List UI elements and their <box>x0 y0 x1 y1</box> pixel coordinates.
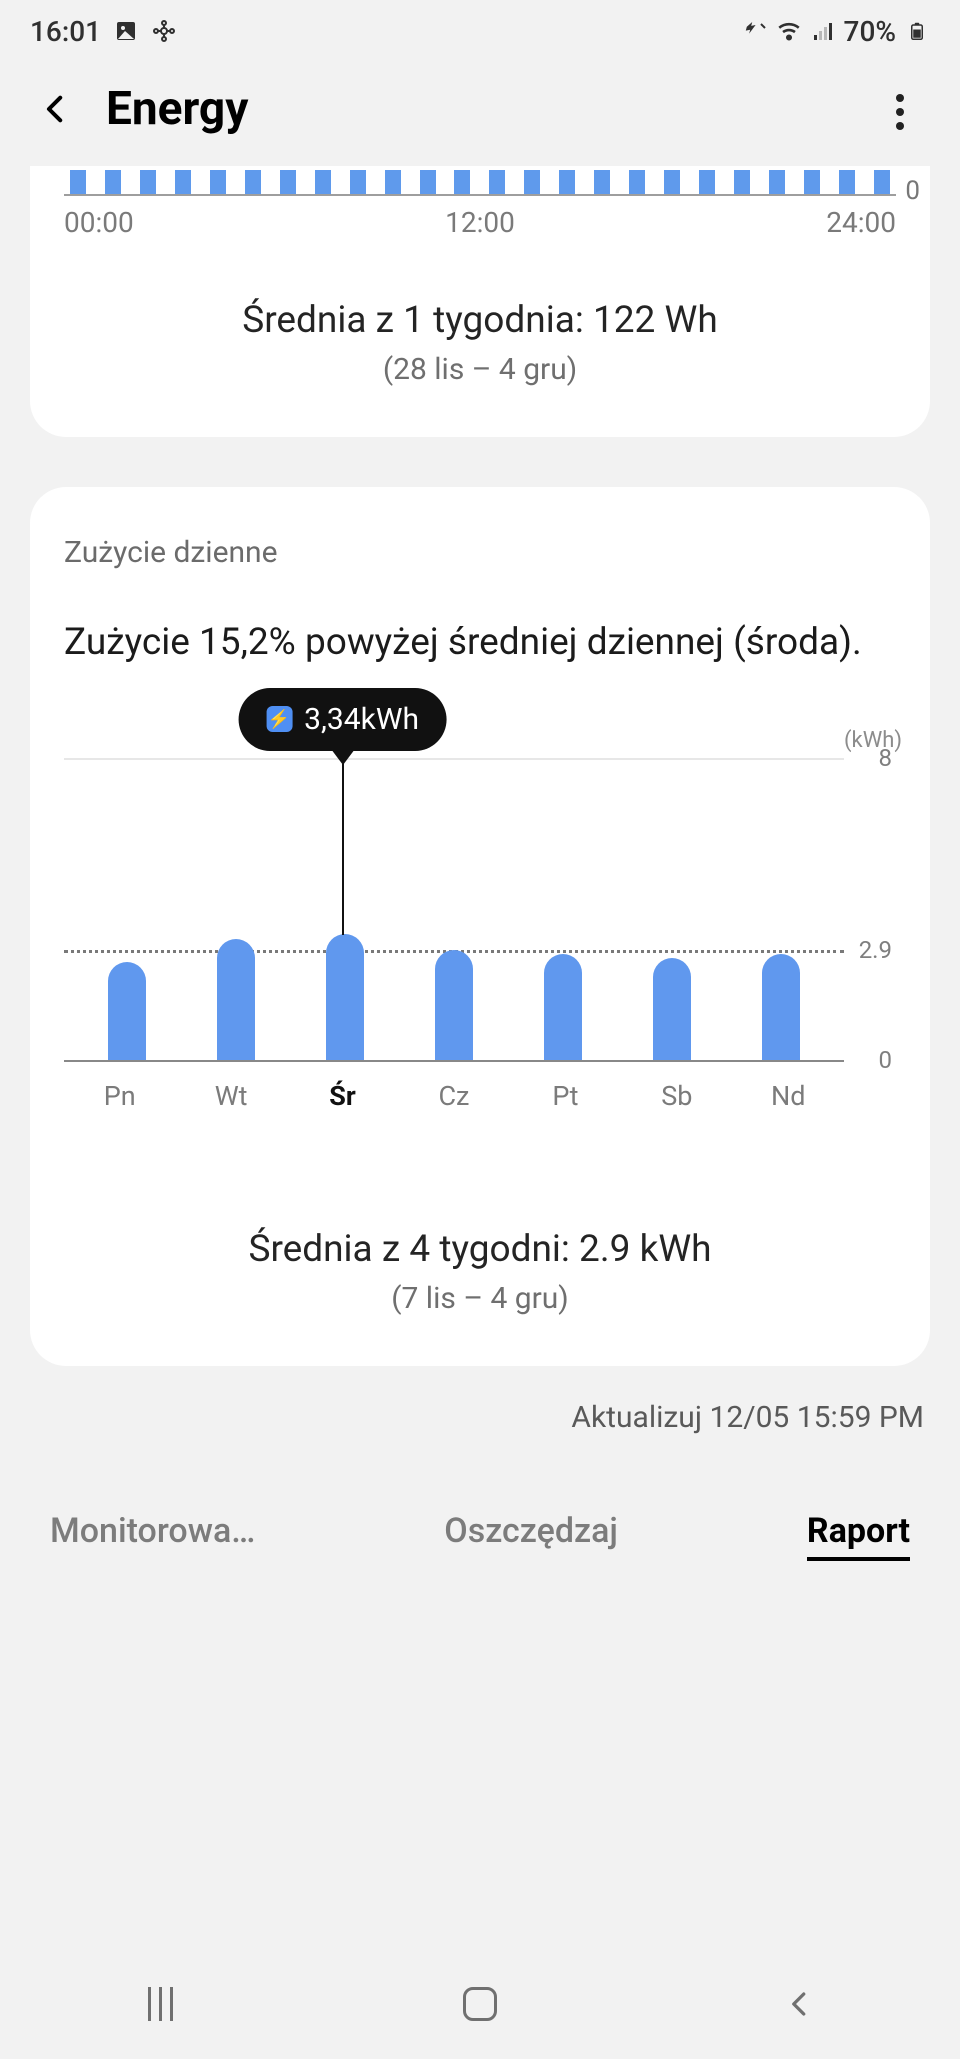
x-tick: Pt <box>535 1080 595 1112</box>
x-tick: 24:00 <box>826 206 896 239</box>
callout-value: 3,34kWh <box>304 702 419 737</box>
hourly-bar <box>629 170 645 194</box>
bottom-tabs: Monitorowa… Oszczędzaj Raport <box>0 1435 960 1551</box>
hourly-bar <box>70 170 86 194</box>
hourly-bar <box>489 170 505 194</box>
hourly-bar <box>315 170 331 194</box>
y-tick-max: 8 <box>879 744 893 772</box>
vibrate-icon <box>742 18 768 44</box>
hourly-bar <box>454 170 470 194</box>
hourly-bar <box>385 170 401 194</box>
hourly-bar <box>769 170 785 194</box>
y-tick-zero: 0 <box>905 176 920 206</box>
x-tick: Śr <box>313 1080 373 1112</box>
daily-headline: Zużycie 15,2% powyżej średniej dziennej … <box>64 618 896 668</box>
y-tick-zero: 0 <box>879 1046 893 1074</box>
daily-bar[interactable] <box>326 934 364 1060</box>
section-label: Zużycie dzienne <box>64 487 896 570</box>
weekly-average-range: (28 lis – 4 gru) <box>64 352 896 387</box>
daily-bar[interactable] <box>544 954 582 1060</box>
hourly-bar <box>350 170 366 194</box>
hourly-bar <box>699 170 715 194</box>
hourly-card: 0 00:00 12:00 24:00 Średnia z 1 tygodnia… <box>30 166 930 437</box>
x-tick: 00:00 <box>64 206 134 239</box>
callout-stem <box>342 761 344 935</box>
hourly-bar <box>420 170 436 194</box>
x-tick: Pn <box>90 1080 150 1112</box>
x-tick: Nd <box>758 1080 818 1112</box>
weekly-average-line: Średnia z 1 tygodnia: 122 Wh <box>64 299 896 342</box>
daily-bar[interactable] <box>653 958 691 1060</box>
bar-callout: ⚡ 3,34kWh <box>238 688 447 751</box>
x-tick: Cz <box>424 1080 484 1112</box>
bolt-icon: ⚡ <box>266 706 292 732</box>
x-tick: Wt <box>201 1080 261 1112</box>
hourly-bar <box>175 170 191 194</box>
monthly-average-line: Średnia z 4 tygodni: 2.9 kWh <box>64 1228 896 1271</box>
battery-icon <box>904 18 930 44</box>
plot-area: 8 2.9 0 <box>64 758 844 1062</box>
status-right: 70% <box>742 15 930 48</box>
app-bar: Energy <box>0 62 960 166</box>
hourly-bar <box>524 170 540 194</box>
daily-bar[interactable] <box>762 954 800 1060</box>
daily-bar[interactable] <box>217 939 255 1060</box>
more-menu-button[interactable] <box>880 90 920 134</box>
back-button[interactable] <box>36 89 76 129</box>
x-axis-labels: Pn Wt Śr Cz Pt Sb Nd <box>64 1080 844 1112</box>
status-time: 16:01 <box>30 15 101 48</box>
wifi-icon <box>776 18 802 44</box>
hourly-bar <box>664 170 680 194</box>
hourly-bar <box>559 170 575 194</box>
hourly-bar <box>280 170 296 194</box>
x-tick: 12:00 <box>445 206 515 239</box>
daily-bar[interactable] <box>108 962 146 1060</box>
hourly-bar <box>210 170 226 194</box>
status-bar: 16:01 70% <box>0 0 960 62</box>
callout-tip <box>331 749 355 765</box>
last-updated: Aktualizuj 12/05 15:59 PM <box>0 1400 924 1435</box>
daily-card: Zużycie dzienne Zużycie 15,2% powyżej śr… <box>30 487 930 1366</box>
signal-icon <box>810 18 836 44</box>
tab-report[interactable]: Raport <box>807 1511 910 1551</box>
smartthings-icon <box>151 18 177 44</box>
monthly-average-range: (7 lis – 4 gru) <box>64 1281 896 1316</box>
battery-percent: 70% <box>844 15 896 48</box>
nav-back[interactable] <box>770 1982 830 2026</box>
hourly-bar <box>140 170 156 194</box>
gallery-icon <box>113 18 139 44</box>
y-tick-avg: 2.9 <box>859 936 892 964</box>
tab-save[interactable]: Oszczędzaj <box>444 1511 618 1551</box>
hourly-bar <box>245 170 261 194</box>
hourly-bar <box>734 170 750 194</box>
y-unit-label: (kWh) <box>844 728 902 753</box>
hourly-bar <box>594 170 610 194</box>
daily-chart[interactable]: (kWh) ⚡ 3,34kWh 8 2.9 0 PnWtŚrCzPtSbNd <box>64 728 896 1128</box>
hourly-bar <box>839 170 855 194</box>
page-title: Energy <box>106 82 248 136</box>
status-left: 16:01 <box>30 15 177 48</box>
hourly-bar <box>804 170 820 194</box>
hourly-x-labels: 00:00 12:00 24:00 <box>64 196 896 239</box>
hourly-chart[interactable]: 0 00:00 12:00 24:00 <box>64 166 896 239</box>
nav-home[interactable] <box>450 1982 510 2026</box>
system-navbar <box>0 1949 960 2059</box>
daily-bar[interactable] <box>435 950 473 1059</box>
hourly-bar <box>105 170 121 194</box>
hourly-bar <box>874 170 890 194</box>
nav-recents[interactable] <box>130 1982 190 2026</box>
tab-monitoring[interactable]: Monitorowa… <box>50 1511 255 1551</box>
x-tick: Sb <box>647 1080 707 1112</box>
